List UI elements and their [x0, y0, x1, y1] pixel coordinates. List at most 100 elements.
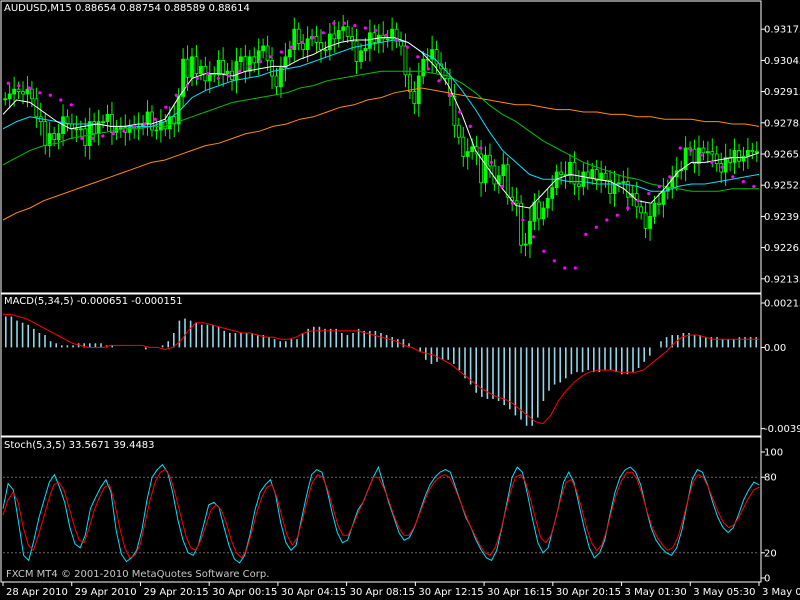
- price-bar: [56, 133, 61, 141]
- sar-dot: [6, 81, 10, 85]
- sar-dot: [153, 117, 157, 121]
- sar-dot: [584, 232, 588, 236]
- sar-dot: [237, 69, 241, 73]
- price-bar: [590, 169, 595, 179]
- price-bar: [528, 220, 532, 245]
- price-bar: [625, 181, 630, 198]
- price-bar: [16, 88, 21, 92]
- sar-dot: [615, 213, 619, 217]
- sar-dot: [143, 122, 147, 126]
- price-bar: [239, 56, 243, 62]
- price-bar: [274, 75, 279, 88]
- sar-dot: [699, 153, 703, 157]
- sar-dot: [647, 192, 651, 196]
- price-bar: [332, 33, 337, 40]
- sar-dot: [741, 180, 745, 184]
- time-tick-label: 30 Apr 00:15: [212, 587, 277, 598]
- price-bar: [265, 45, 270, 61]
- price-bar: [710, 151, 715, 155]
- price-tick-label: 0.92785: [764, 118, 800, 129]
- price-tick-label: 0.92655: [764, 150, 800, 161]
- macd-panel-title: MACD(5,34,5) -0.000651 -0.000151: [4, 296, 183, 307]
- sar-dot: [542, 249, 546, 253]
- price-bar: [78, 128, 83, 131]
- sar-dot: [458, 110, 462, 114]
- sar-dot: [174, 93, 178, 97]
- price-bar: [3, 98, 8, 101]
- price-bar: [314, 36, 319, 43]
- time-tick-label: 30 Apr 12:15: [418, 587, 483, 598]
- price-bar: [252, 56, 257, 64]
- price-bar: [483, 154, 488, 184]
- time-tick-label: 3 May 05:30: [693, 587, 755, 598]
- price-bar: [194, 56, 199, 74]
- price-bar: [354, 40, 359, 63]
- sar-dot: [437, 79, 441, 83]
- price-bar: [750, 149, 755, 152]
- price-bar: [25, 88, 30, 95]
- price-bar: [514, 200, 519, 204]
- sar-dot: [636, 199, 640, 203]
- sar-dot: [657, 184, 661, 188]
- price-bar: [408, 74, 412, 93]
- price-bar: [456, 124, 461, 138]
- price-bar: [225, 70, 230, 74]
- sar-dot: [521, 218, 525, 222]
- time-tick-label: 29 Apr 20:15: [143, 587, 208, 598]
- price-bar: [190, 56, 194, 78]
- sar-dot: [626, 206, 630, 210]
- price-bar: [118, 127, 123, 129]
- price-bar: [692, 148, 697, 164]
- price-bar: [110, 114, 114, 133]
- price-bar: [296, 28, 301, 45]
- price-bar: [221, 60, 226, 75]
- sar-dot: [101, 134, 105, 138]
- price-bar: [581, 171, 586, 187]
- time-tick-label: 3 May 01:30: [625, 587, 687, 598]
- price-bar: [488, 154, 492, 167]
- price-bar: [52, 133, 57, 141]
- sar-dot: [48, 93, 52, 97]
- price-bar: [154, 129, 159, 132]
- price-bar: [101, 121, 105, 123]
- price-bar: [287, 49, 292, 58]
- price-bar: [12, 88, 17, 95]
- sar-dot: [258, 60, 262, 64]
- sar-dot: [27, 86, 31, 90]
- time-tick-label: 30 Apr 08:15: [350, 587, 415, 598]
- sar-dot: [90, 136, 94, 140]
- price-bar: [550, 187, 555, 199]
- sar-dot: [195, 76, 199, 80]
- sar-dot: [720, 165, 724, 169]
- sar-dot: [300, 40, 304, 45]
- price-bar: [732, 149, 737, 163]
- sar-dot: [164, 105, 168, 109]
- sar-dot: [17, 84, 21, 88]
- price-bar: [559, 171, 564, 175]
- stoch-tick-label: 0: [764, 574, 770, 585]
- price-bar: [501, 164, 506, 177]
- price-bar: [536, 201, 541, 220]
- price-bar: [319, 42, 323, 51]
- price-bar: [163, 121, 168, 130]
- price-bar: [399, 40, 403, 47]
- price-bar: [270, 60, 274, 77]
- time-tick-label: 29 Apr 2010: [75, 587, 137, 598]
- price-bar: [359, 50, 363, 62]
- time-tick-label: 28 Apr 2010: [6, 587, 68, 598]
- stoch-tick-label: 20: [764, 548, 777, 559]
- sar-dot: [405, 45, 409, 49]
- sar-dot: [426, 67, 430, 71]
- price-bar: [83, 128, 88, 147]
- time-tick-label: 30 Apr 16:15: [487, 587, 552, 598]
- macd-tick-label: 0.00: [764, 343, 786, 354]
- price-bar: [43, 121, 48, 146]
- price-bar: [30, 88, 34, 100]
- sar-dot: [563, 266, 567, 270]
- price-tick-label: 0.92395: [764, 212, 800, 223]
- sar-dot: [678, 146, 682, 150]
- price-bar: [745, 149, 750, 157]
- sar-dot: [668, 175, 672, 179]
- price-bar: [652, 202, 657, 217]
- price-bar: [21, 91, 25, 95]
